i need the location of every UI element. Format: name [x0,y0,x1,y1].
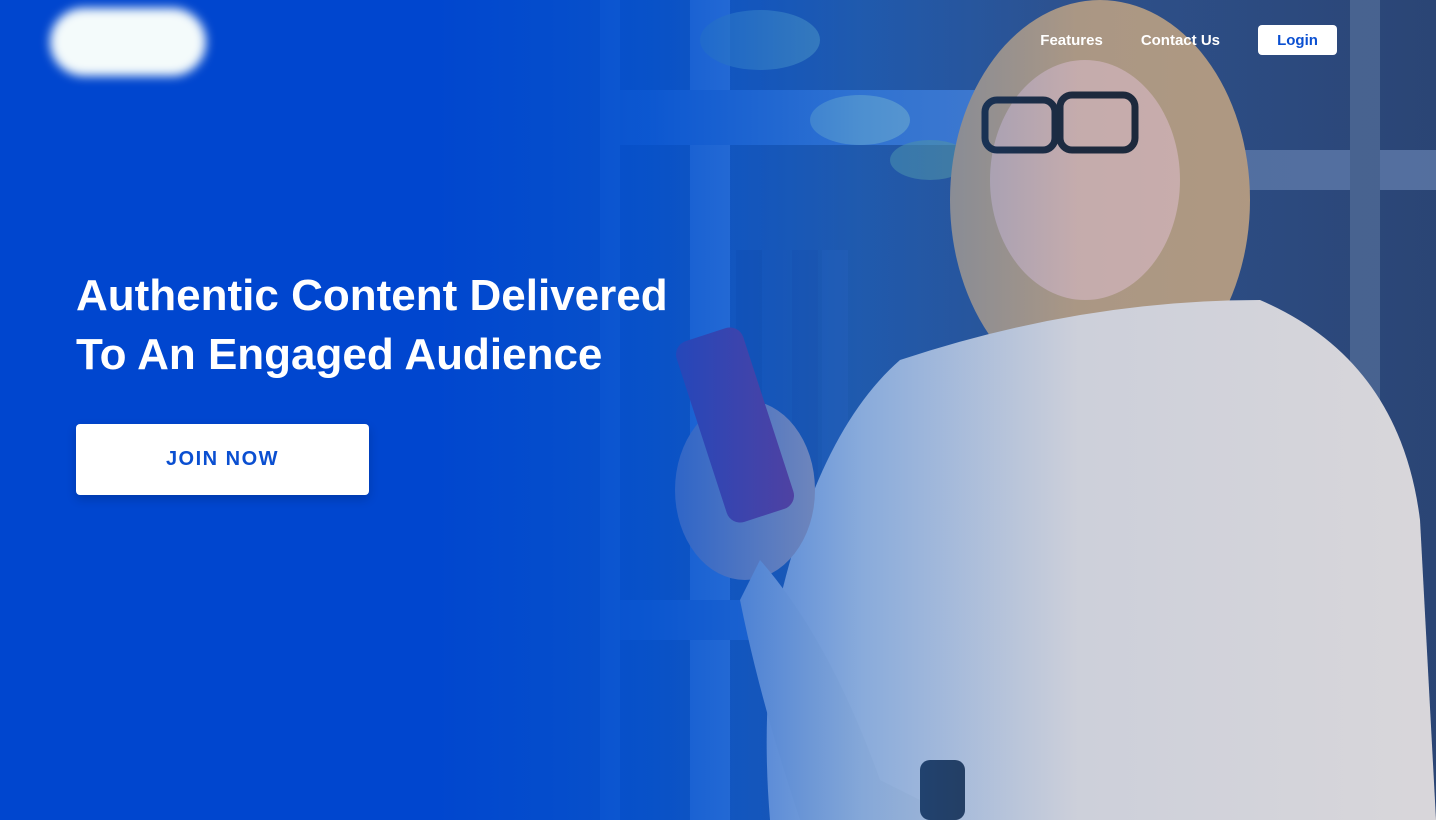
hero-section: Features Contact Us Login Authentic Cont… [0,0,1436,820]
headline-line-1: Authentic Content Delivered [76,271,668,320]
hero-headline: Authentic Content Delivered To An Engage… [76,266,716,384]
join-now-button[interactable]: JOIN NOW [76,424,369,495]
nav-link-features[interactable]: Features [1040,32,1103,49]
brand-logo[interactable] [50,8,206,76]
blue-gradient-overlay [0,0,1436,820]
nav-link-contact-us[interactable]: Contact Us [1141,32,1220,49]
login-button[interactable]: Login [1258,25,1337,55]
headline-line-2: To An Engaged Audience [76,330,603,379]
top-navigation: Features Contact Us Login [1040,25,1337,55]
